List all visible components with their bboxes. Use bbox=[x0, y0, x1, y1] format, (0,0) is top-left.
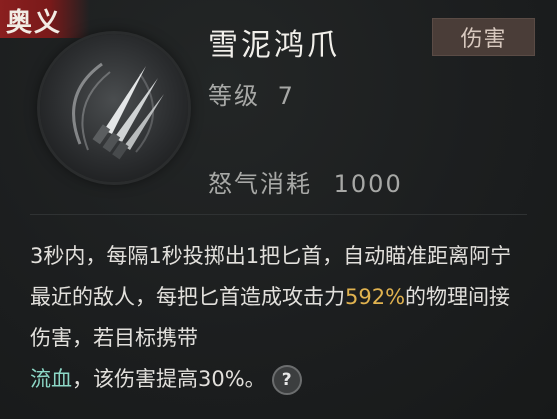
divider bbox=[30, 214, 527, 215]
description-text-3: ，该伤害提高30%。 bbox=[72, 367, 266, 391]
skill-tooltip-panel: 奥义 雪泥鸿爪 伤害 等级 7 怒气消耗 1000 3秒内，每隔1秒投掷出1把匕… bbox=[0, 0, 557, 419]
skill-description: 3秒内，每隔1秒投掷出1把匕首，自动瞄准距离阿宁最近的敌人，每把匕首造成攻击力5… bbox=[30, 236, 530, 400]
damage-percent: 592% bbox=[345, 285, 406, 309]
thrown-daggers-icon bbox=[40, 34, 188, 182]
skill-name: 雪泥鸿爪 bbox=[208, 28, 340, 63]
bleed-status-keyword[interactable]: 流血 bbox=[30, 367, 72, 391]
skill-level: 等级 7 bbox=[208, 76, 295, 111]
skill-type-badge: 伤害 bbox=[432, 18, 535, 56]
rage-cost-label: 怒气消耗 bbox=[208, 170, 312, 198]
level-value: 7 bbox=[277, 82, 295, 110]
ultimate-tag: 奥义 bbox=[0, 0, 90, 38]
rage-cost: 怒气消耗 1000 bbox=[208, 164, 403, 199]
rage-cost-value: 1000 bbox=[333, 170, 403, 198]
level-label: 等级 bbox=[208, 82, 260, 110]
question-mark-icon[interactable]: ? bbox=[271, 365, 302, 395]
